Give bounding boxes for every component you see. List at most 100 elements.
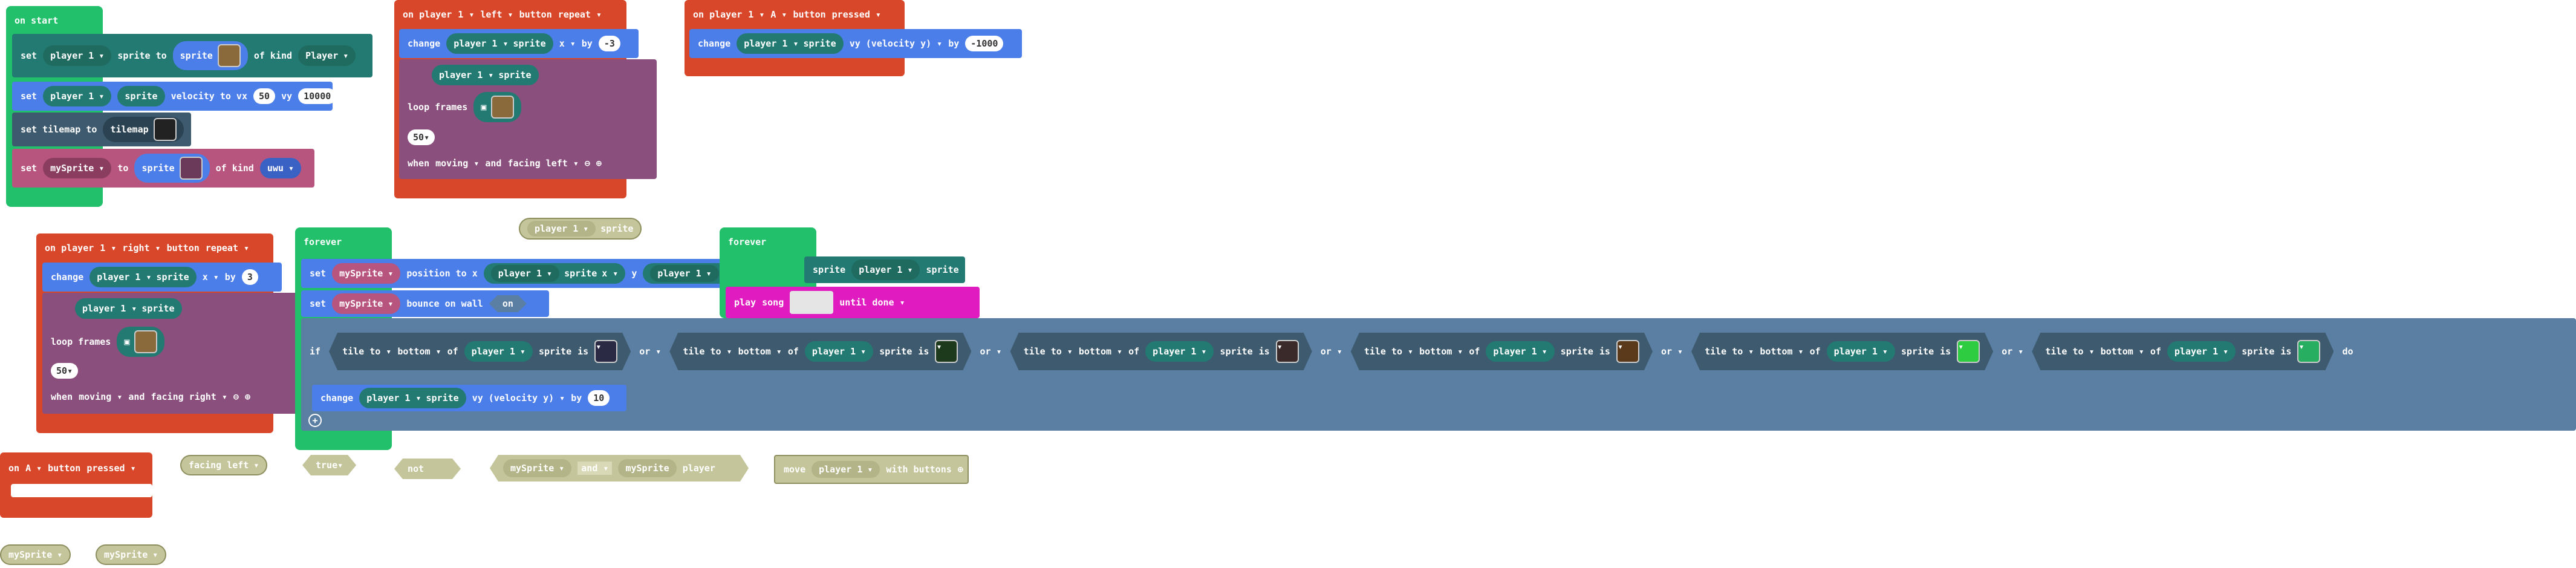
tile-to-dropdown[interactable]: tile to: [1364, 346, 1413, 357]
event-dropdown[interactable]: repeat: [558, 9, 602, 20]
change-vy-block[interactable]: change player 1 sprite vy (velocity y) b…: [312, 385, 626, 411]
on-start-header[interactable]: on start: [6, 8, 67, 33]
player-variable[interactable]: player 1: [366, 393, 421, 403]
minus-icon[interactable]: ⊖: [585, 158, 590, 169]
or-dropdown[interactable]: or: [980, 346, 1001, 357]
tilemap-picker[interactable]: tilemap: [103, 117, 184, 142]
change-vy-block[interactable]: change player 1 sprite vy (velocity y) b…: [689, 29, 1022, 58]
player-variable[interactable]: player 1: [650, 265, 719, 282]
interval-dropdown[interactable]: 50: [51, 363, 79, 379]
tile-condition[interactable]: tile to bottom of player 1 sprite is: [669, 333, 971, 370]
set-sprite-block-partial[interactable]: sprite player 1 sprite: [804, 256, 965, 283]
mysprite-variable[interactable]: mySprite: [332, 293, 401, 314]
ghost-and-block[interactable]: mySprite and mySprite player: [490, 455, 749, 481]
player-number-dropdown[interactable]: 1: [748, 9, 764, 20]
frames-picker[interactable]: ▣: [117, 327, 165, 357]
player-variable[interactable]: player 1: [1827, 341, 1895, 362]
player-variable[interactable]: player 1: [851, 260, 920, 280]
sprite-image-icon[interactable]: [217, 44, 241, 67]
tile-to-dropdown[interactable]: tile to: [1705, 346, 1754, 357]
kind-dropdown[interactable]: uwu: [259, 158, 301, 178]
facing-dropdown[interactable]: facing left: [507, 158, 578, 169]
bottom-dropdown[interactable]: bottom: [1079, 346, 1122, 357]
player-variable[interactable]: player 1: [43, 45, 112, 66]
and-dropdown[interactable]: and: [577, 462, 612, 475]
set-velocity-block[interactable]: set player 1 sprite velocity to vx 50 vy…: [12, 82, 337, 111]
amount-input[interactable]: 3: [241, 269, 258, 285]
axis-dropdown[interactable]: x: [203, 272, 219, 282]
tile-to-dropdown[interactable]: tile to: [2045, 346, 2094, 357]
player-number-dropdown[interactable]: 1: [100, 243, 116, 253]
a-button-header[interactable]: on player 1 A button pressed: [685, 4, 890, 25]
player-variable[interactable]: player 1: [439, 70, 493, 80]
tile-image-icon[interactable]: [2297, 340, 2320, 363]
tile-to-dropdown[interactable]: tile to: [342, 346, 391, 357]
sprite-image-icon[interactable]: [179, 157, 203, 180]
plus-icon[interactable]: ⊕: [245, 391, 250, 402]
tile-condition[interactable]: tile to bottom of player 1 sprite is: [329, 333, 631, 370]
direction-dropdown[interactable]: right: [122, 243, 160, 253]
button-dropdown[interactable]: A: [770, 9, 787, 20]
player-sprite-pill[interactable]: player 1 sprite: [446, 33, 553, 54]
set-tilemap-block[interactable]: set tilemap to tilemap: [12, 113, 191, 146]
ghost-true[interactable]: true: [302, 455, 356, 475]
forever-header[interactable]: forever: [295, 231, 350, 253]
mysprite-player-reporter[interactable]: mySprite: [618, 459, 676, 477]
property-dropdown[interactable]: vy (velocity y): [850, 38, 943, 49]
set-player-sprite-block[interactable]: set player 1 sprite to sprite of kind Pl…: [12, 34, 372, 77]
player-variable[interactable]: player 1: [454, 38, 508, 49]
mysprite-variable[interactable]: mySprite: [332, 263, 401, 284]
right-button-header[interactable]: on player 1 right button repeat: [36, 237, 258, 259]
player-variable[interactable]: player 1: [805, 341, 873, 362]
tile-to-dropdown[interactable]: tile to: [1024, 346, 1073, 357]
moving-dropdown[interactable]: moving: [79, 391, 122, 402]
player-variable[interactable]: player 1: [527, 221, 596, 237]
plus-icon[interactable]: ⊕: [958, 464, 963, 475]
property-dropdown[interactable]: vy (velocity y): [472, 393, 565, 403]
until-done-dropdown[interactable]: until done: [839, 297, 905, 308]
left-button-header[interactable]: on player 1 left button repeat: [394, 4, 610, 25]
tile-to-dropdown[interactable]: tile to: [683, 346, 732, 357]
or-dropdown[interactable]: or: [2002, 346, 2023, 357]
minus-icon[interactable]: ⊖: [233, 391, 239, 402]
direction-dropdown[interactable]: left: [480, 9, 513, 20]
player-variable[interactable]: player 1: [2167, 341, 2236, 362]
player-variable[interactable]: player 1: [744, 38, 798, 49]
mysprite-variable[interactable]: mySprite: [503, 459, 571, 477]
plus-icon[interactable]: ⊕: [596, 158, 602, 169]
player-variable[interactable]: player 1: [1145, 341, 1214, 362]
tile-image-icon[interactable]: [594, 340, 617, 363]
player-x-reporter[interactable]: player 1 sprite x: [483, 263, 626, 284]
tile-condition[interactable]: tile to bottom of player 1 sprite is: [1351, 333, 1653, 370]
ghost-variable-mysprite[interactable]: mySprite: [96, 544, 167, 565]
set-mysprite-block[interactable]: set mySprite to sprite of kind uwu: [12, 149, 314, 188]
tile-condition[interactable]: tile to bottom of player 1 sprite is: [1010, 333, 1312, 370]
bottom-dropdown[interactable]: bottom: [1760, 346, 1803, 357]
amount-input[interactable]: 10: [588, 390, 610, 406]
player-variable[interactable]: player 1: [97, 272, 151, 282]
or-dropdown[interactable]: or: [1321, 346, 1342, 357]
bottom-dropdown[interactable]: bottom: [738, 346, 782, 357]
bottom-dropdown[interactable]: bottom: [1419, 346, 1463, 357]
on-a-header[interactable]: on A button pressed: [0, 457, 145, 479]
tile-image-icon[interactable]: [1276, 340, 1299, 363]
amount-input[interactable]: -1000: [965, 36, 1004, 51]
ghost-variable-mysprite[interactable]: mySprite: [0, 544, 71, 565]
mysprite-variable[interactable]: mySprite: [43, 158, 112, 178]
x-dropdown[interactable]: x: [602, 268, 618, 279]
song-editor-field[interactable]: [790, 291, 834, 314]
player-variable[interactable]: player 1: [490, 265, 560, 282]
tile-condition[interactable]: tile to bottom of player 1 sprite is: [1691, 333, 1993, 370]
event-dropdown[interactable]: pressed: [832, 9, 881, 20]
frame-image-icon[interactable]: [491, 96, 515, 119]
player-number-dropdown[interactable]: 1: [458, 9, 474, 20]
vx-input[interactable]: 50: [253, 88, 276, 104]
forever-header[interactable]: forever: [720, 231, 775, 253]
player-sprite-pill[interactable]: player 1 sprite: [89, 267, 197, 287]
player-sprite-pill[interactable]: player 1 sprite: [75, 298, 182, 319]
mysprite-variable[interactable]: mySprite: [625, 463, 669, 474]
event-dropdown[interactable]: repeat: [206, 243, 249, 253]
player-sprite-pill[interactable]: player 1 sprite: [359, 388, 466, 408]
change-x-block[interactable]: change player 1 sprite x by -3: [399, 29, 639, 58]
interval-dropdown[interactable]: 50: [408, 129, 435, 145]
